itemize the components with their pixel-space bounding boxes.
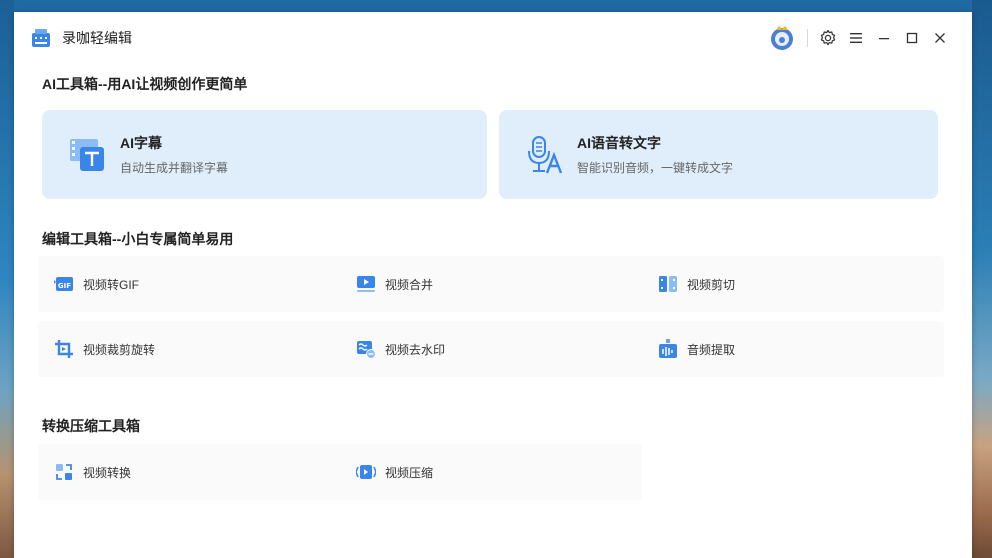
subtitle-icon [70, 138, 104, 171]
merge-icon [357, 276, 375, 292]
app-window: 录咖轻编辑 AI工具箱--用AI让视频创作更简单 AI字幕 自动生成并翻译字幕 … [14, 12, 972, 558]
settings-button[interactable] [814, 24, 842, 52]
edit-section-title: 编辑工具箱--小白专属简单易用 [42, 231, 234, 247]
user-avatar-icon[interactable] [769, 25, 795, 51]
close-button[interactable] [926, 24, 954, 52]
compress-icon [356, 465, 376, 479]
audio-extract-icon [659, 339, 677, 358]
tool-video-remove-watermark[interactable]: 视频去水印 [356, 321, 646, 377]
ai-subtitle-card[interactable]: AI字幕 自动生成并翻译字幕 [42, 110, 487, 199]
gif-icon: GIF [54, 277, 73, 291]
tool-video-crop-rotate[interactable]: 视频裁剪旋转 [54, 321, 344, 377]
tool-video-convert-label: 视频转换 [83, 465, 132, 480]
desktop-background-right [972, 0, 992, 558]
tool-audio-extract-label: 音频提取 [687, 342, 736, 357]
mic-text-icon [528, 135, 563, 173]
menu-icon [850, 33, 862, 43]
maximize-icon [906, 32, 918, 44]
tool-video-to-gif[interactable]: GIF 视频转GIF [54, 256, 344, 312]
minimize-button[interactable] [870, 24, 898, 52]
svg-text:GIF: GIF [58, 282, 71, 290]
maximize-button[interactable] [898, 24, 926, 52]
crop-icon [55, 340, 73, 358]
ai-speech-to-text-card[interactable]: AI语音转文字 智能识别音频，一键转成文字 [499, 110, 938, 199]
convert-icon [56, 464, 72, 480]
tool-video-compress[interactable]: 视频压缩 [356, 444, 636, 500]
cut-icon [659, 276, 677, 292]
ai-subtitle-text: AI字幕 自动生成并翻译字幕 [120, 133, 228, 176]
tool-video-compress-label: 视频压缩 [385, 465, 434, 480]
menu-button[interactable] [842, 24, 870, 52]
watermark-icon [357, 341, 376, 359]
title-separator [807, 29, 808, 47]
tool-video-to-gif-label: 视频转GIF [83, 277, 139, 292]
app-title: 录咖轻编辑 [62, 30, 132, 46]
app-logo-icon [32, 29, 50, 47]
close-icon [935, 33, 945, 43]
gear-icon [820, 29, 836, 46]
convert-section-title: 转换压缩工具箱 [42, 418, 140, 434]
ai-section-title: AI工具箱--用AI让视频创作更简单 [42, 76, 248, 92]
ai-subtitle-name: AI字幕 [120, 135, 162, 151]
title-bar: 录咖轻编辑 [14, 12, 972, 64]
ai-speech-to-text-desc: 智能识别音频，一键转成文字 [577, 161, 734, 175]
tool-video-merge[interactable]: 视频合并 [356, 256, 646, 312]
title-controls [769, 24, 954, 52]
tool-audio-extract[interactable]: 音频提取 [658, 321, 938, 377]
ai-speech-to-text-text: AI语音转文字 智能识别音频，一键转成文字 [577, 133, 733, 176]
ai-subtitle-desc: 自动生成并翻译字幕 [120, 161, 229, 175]
ai-speech-to-text-name: AI语音转文字 [577, 135, 661, 151]
tool-video-cut-label: 视频剪切 [687, 277, 736, 292]
tool-video-merge-label: 视频合并 [385, 277, 434, 292]
tool-video-remove-watermark-label: 视频去水印 [385, 342, 446, 357]
tool-video-crop-rotate-label: 视频裁剪旋转 [83, 342, 156, 357]
desktop-background-left [0, 0, 14, 558]
tool-video-cut[interactable]: 视频剪切 [658, 256, 938, 312]
tool-video-convert[interactable]: 视频转换 [54, 444, 344, 500]
minimize-icon [879, 38, 889, 40]
